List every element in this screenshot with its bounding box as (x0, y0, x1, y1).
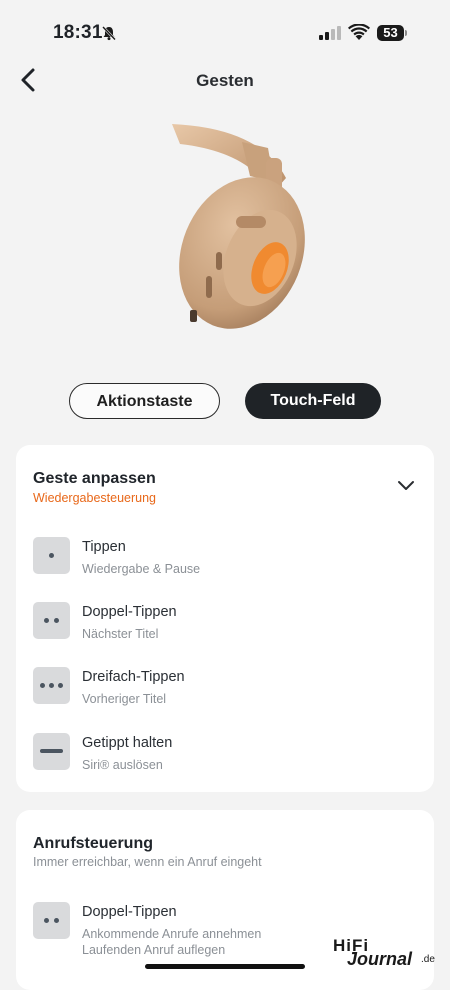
cellular-signal-icon (319, 26, 341, 40)
chevron-down-icon[interactable] (397, 480, 415, 492)
watermark-suffix: .de (421, 954, 435, 965)
bell-muted-icon (102, 26, 116, 41)
page-title: Gesten (196, 71, 254, 90)
gesture-settings-card: Geste anpassen Wiedergabesteuerung Tippe… (16, 445, 434, 792)
gesture-row-doppel-tippen[interactable]: Doppel-Tippen Nächster Titel (16, 602, 434, 652)
battery-tip (405, 30, 407, 36)
double-dot-icon (33, 602, 70, 639)
gesture-name: Getippt halten (82, 735, 173, 751)
gesture-action: Siri® auslösen (82, 758, 163, 772)
gesture-name: Tippen (82, 539, 126, 555)
gesture-name: Dreifach-Tippen (82, 669, 185, 685)
hold-bar-icon (33, 733, 70, 770)
gesture-action-line: Laufenden Anruf auflegen (82, 943, 226, 957)
home-indicator[interactable] (145, 964, 305, 969)
headphone-image (172, 124, 305, 329)
card-subtitle: Immer erreichbar, wenn ein Anruf eingeht (33, 855, 262, 869)
gesture-name: Doppel-Tippen (82, 604, 177, 620)
card-title: Anrufsteuerung (33, 835, 153, 852)
gesture-action: Nächster Titel (82, 627, 159, 641)
tab-aktionstaste[interactable]: Aktionstaste (69, 383, 220, 419)
card-title: Geste anpassen (33, 470, 156, 487)
gesture-row-tippen[interactable]: Tippen Wiedergabe & Pause (16, 537, 434, 587)
wifi-icon (348, 24, 370, 40)
status-time: 18:31 (53, 22, 103, 43)
tab-touch-feld[interactable]: Touch-Feld (245, 383, 381, 419)
gesture-row-getippt-halten[interactable]: Getippt halten Siri® auslösen (16, 733, 434, 783)
triple-dot-icon (33, 667, 70, 704)
status-bar: 18:31 53 (0, 0, 450, 64)
gesture-action: Ankommende Anrufe annehmen Laufenden Anr… (82, 926, 261, 958)
hifi-journal-watermark: HiFi Journal .de (333, 936, 443, 970)
gesture-row-dreifach-tippen[interactable]: Dreifach-Tippen Vorheriger Titel (16, 667, 434, 717)
double-dot-icon (33, 902, 70, 939)
watermark-main: Journal (347, 949, 413, 969)
gesture-action-line: Ankommende Anrufe annehmen (82, 927, 262, 941)
single-dot-icon (33, 537, 70, 574)
gesture-action: Vorheriger Titel (82, 692, 167, 706)
gesture-name: Doppel-Tippen (82, 904, 177, 920)
battery-indicator: 53 (377, 25, 404, 41)
card-subtitle: Wiedergabesteuerung (33, 491, 156, 505)
gesture-action: Wiedergabe & Pause (82, 562, 201, 576)
